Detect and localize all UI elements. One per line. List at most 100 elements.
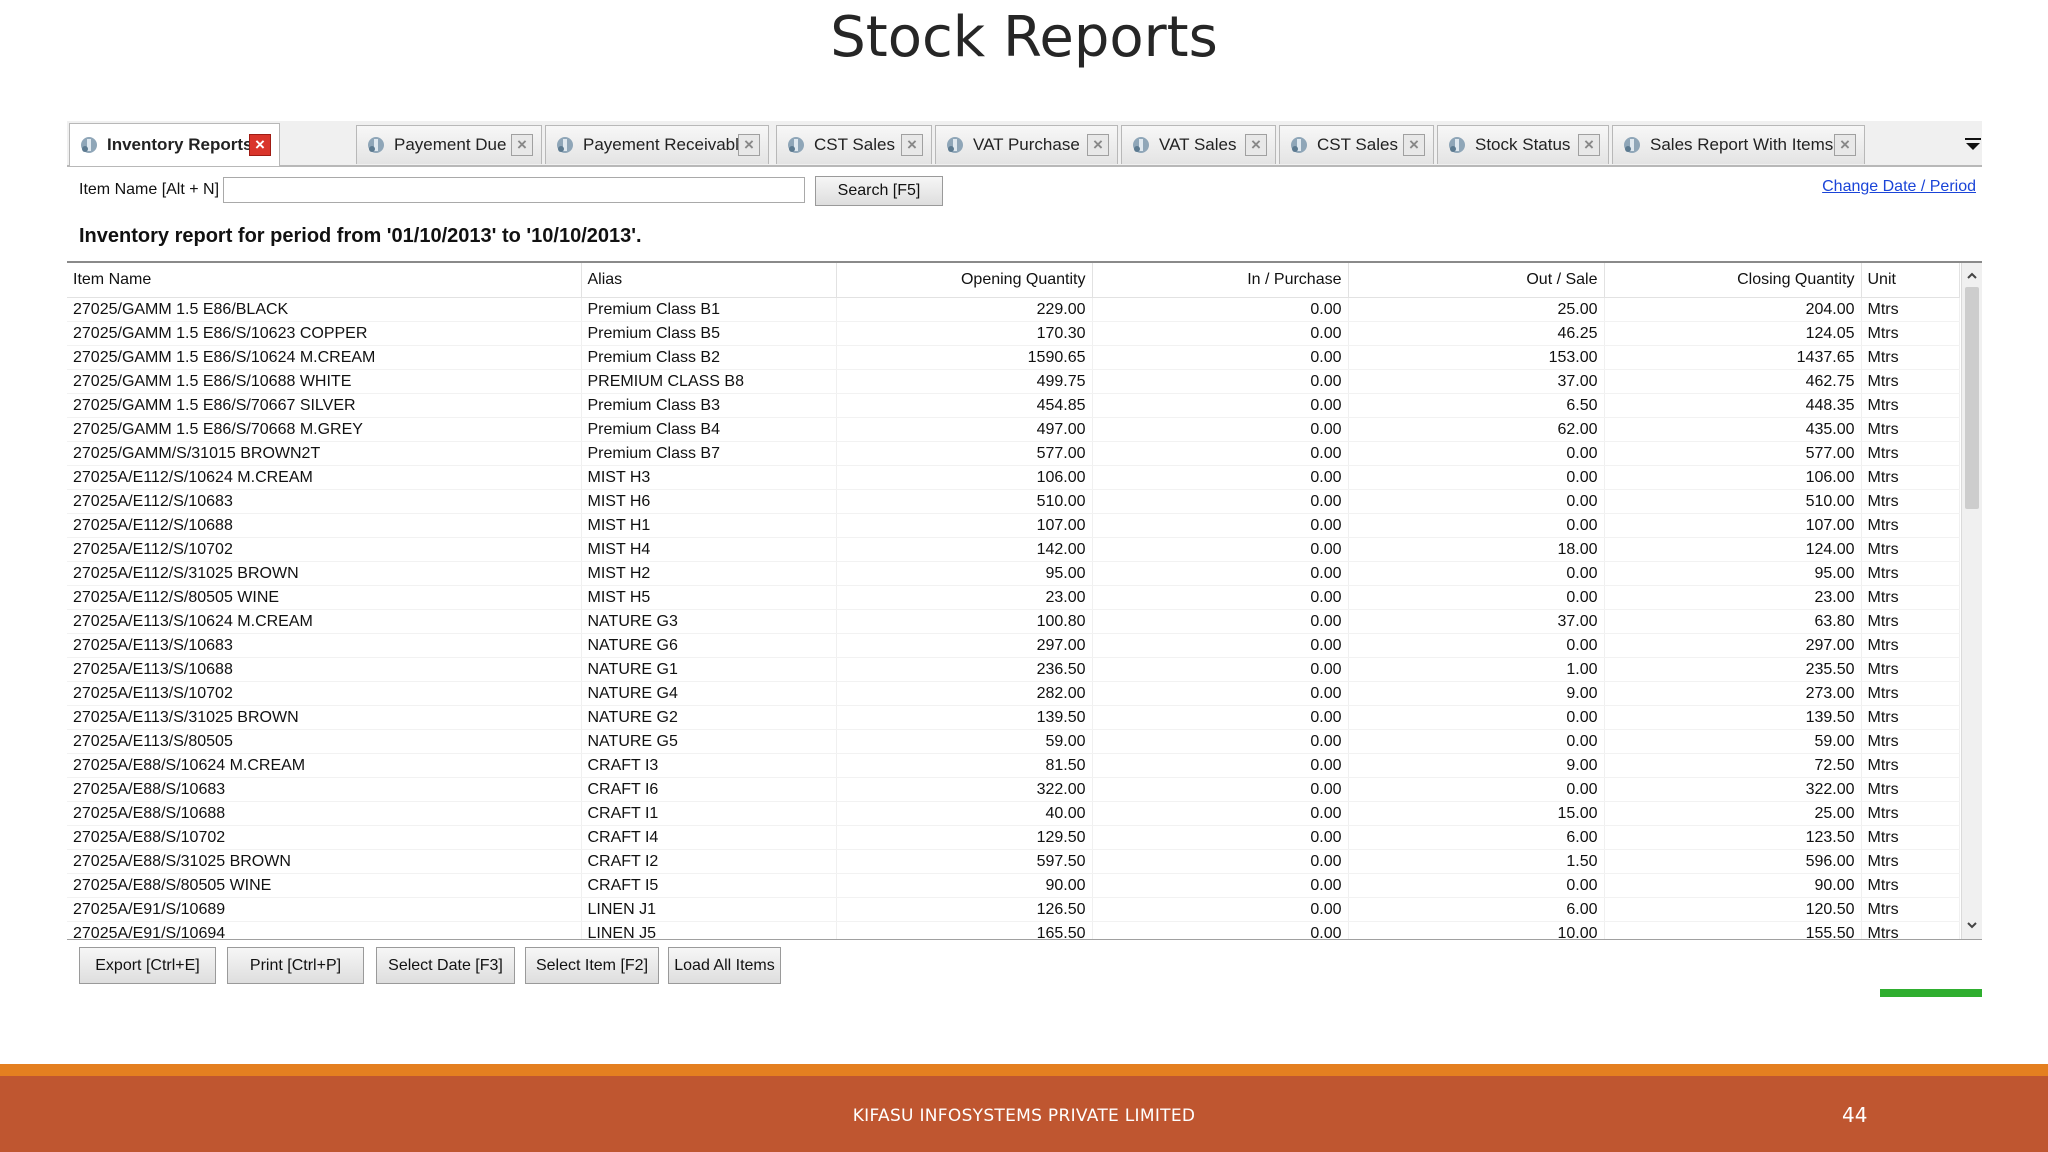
cell-out-sale: 0.00: [1348, 729, 1605, 754]
table-row[interactable]: 27025/GAMM 1.5 E86/S/10688 WHITE PREMIUM …: [67, 369, 1960, 394]
tab-payement-due[interactable]: Payement Due ×: [356, 125, 542, 164]
cell-closing-quantity: 155.50: [1604, 921, 1862, 939]
cell-unit: Mtrs: [1861, 465, 1960, 490]
scroll-down-icon[interactable]: [1965, 918, 1979, 932]
cell-opening-quantity: 454.85: [836, 393, 1093, 418]
close-icon[interactable]: ×: [1578, 134, 1600, 156]
cell-in-purchase: 0.00: [1092, 825, 1349, 850]
tab-sales-report-with-items[interactable]: Sales Report With Items ×: [1612, 125, 1865, 164]
cell-item-name: 27025A/E113/S/80505: [67, 729, 582, 754]
select-item-button[interactable]: Select Item [F2]: [525, 947, 659, 984]
table-row[interactable]: 27025A/E112/S/10688 MIST H1 107.00 0.00 0.00…: [67, 513, 1960, 538]
cell-item-name: 27025A/E113/S/10624 M.CREAM: [67, 609, 582, 634]
close-icon[interactable]: ×: [511, 134, 533, 156]
table-row[interactable]: 27025A/E88/S/10702 CRAFT I4 129.50 0.00 6.00…: [67, 825, 1960, 850]
column-header-in-purchase[interactable]: In / Purchase: [1092, 263, 1349, 298]
cell-opening-quantity: 90.00: [836, 873, 1093, 898]
cell-opening-quantity: 282.00: [836, 681, 1093, 706]
close-icon[interactable]: ×: [1245, 134, 1267, 156]
table-row[interactable]: 27025A/E113/S/80505 NATURE G5 59.00 0.00 0.0…: [67, 729, 1960, 754]
change-date-period-link[interactable]: Change Date / Period: [1822, 178, 1976, 196]
table-row[interactable]: 27025A/E112/S/10683 MIST H6 510.00 0.00 0.00…: [67, 489, 1960, 514]
table-row[interactable]: 27025A/E112/S/31025 BROWN MIST H2 95.00 0.0…: [67, 561, 1960, 586]
cell-alias: PREMIUM CLASS B8: [581, 369, 837, 394]
close-icon[interactable]: ×: [1403, 134, 1425, 156]
column-header-alias[interactable]: Alias: [581, 263, 837, 298]
cell-opening-quantity: 59.00: [836, 729, 1093, 754]
column-header-item-name[interactable]: Item Name: [67, 263, 582, 298]
tab-cst-sales-2[interactable]: CST Sales ×: [1279, 125, 1434, 164]
table-row[interactable]: 27025A/E91/S/10689 LINEN J1 126.50 0.00 6.00…: [67, 897, 1960, 922]
table-row[interactable]: 27025A/E113/S/10702 NATURE G4 282.00 0.00 9.…: [67, 681, 1960, 706]
item-name-input[interactable]: [223, 177, 805, 203]
scrollbar-thumb[interactable]: [1965, 287, 1979, 509]
table-row[interactable]: 27025A/E112/S/80505 WINE MIST H5 23.00 0.00…: [67, 585, 1960, 610]
cell-opening-quantity: 236.50: [836, 657, 1093, 682]
cell-item-name: 27025A/E91/S/10694: [67, 921, 582, 939]
report-icon: [1449, 137, 1465, 153]
tab-vat-sales[interactable]: VAT Sales ×: [1121, 125, 1276, 164]
table-row[interactable]: 27025/GAMM 1.5 E86/S/70667 SILVER Premium…: [67, 393, 1960, 418]
report-period-heading: Inventory report for period from '01/10/…: [79, 225, 642, 247]
column-header-opening-quantity[interactable]: Opening Quantity: [836, 263, 1093, 298]
column-header-out-sale[interactable]: Out / Sale: [1348, 263, 1605, 298]
cell-opening-quantity: 229.00: [836, 297, 1093, 322]
export-button[interactable]: Export [Ctrl+E]: [79, 947, 216, 984]
tab-payement-receivable[interactable]: Payement Receivable ×: [545, 125, 769, 164]
print-button[interactable]: Print [Ctrl+P]: [227, 947, 364, 984]
close-icon[interactable]: ×: [901, 134, 923, 156]
table-row[interactable]: 27025A/E91/S/10694 LINEN J5 165.50 0.00 10.0…: [67, 921, 1960, 939]
inventory-report-window: Inventory Reports Item Wise × Payement D…: [67, 121, 1982, 1035]
cell-unit: Mtrs: [1861, 873, 1960, 898]
load-all-items-button[interactable]: Load All Items: [668, 947, 781, 984]
close-icon[interactable]: ×: [1834, 134, 1856, 156]
cell-out-sale: 6.00: [1348, 825, 1605, 850]
table-row[interactable]: 27025A/E88/S/80505 WINE CRAFT I5 90.00 0.00…: [67, 873, 1960, 898]
cell-alias: CRAFT I1: [581, 801, 837, 826]
cell-alias: MIST H4: [581, 537, 837, 562]
close-icon[interactable]: ×: [1087, 134, 1109, 156]
close-icon[interactable]: ×: [738, 134, 760, 156]
cell-item-name: 27025A/E88/S/31025 BROWN: [67, 849, 582, 874]
cell-item-name: 27025A/E88/S/10688: [67, 801, 582, 826]
table-row[interactable]: 27025A/E112/S/10624 M.CREAM MIST H3 106.00…: [67, 465, 1960, 490]
table-row[interactable]: 27025A/E88/S/10683 CRAFT I6 322.00 0.00 0.00…: [67, 777, 1960, 802]
table-row[interactable]: 27025/GAMM 1.5 E86/BLACK Premium Class B1…: [67, 297, 1960, 322]
search-button[interactable]: Search [F5]: [815, 176, 943, 206]
table-row[interactable]: 27025A/E113/S/10688 NATURE G1 236.50 0.00 1.…: [67, 657, 1960, 682]
table-row[interactable]: 27025/GAMM 1.5 E86/S/10623 COPPER Premium…: [67, 321, 1960, 346]
table-row[interactable]: 27025A/E88/S/31025 BROWN CRAFT I2 597.50 0.…: [67, 849, 1960, 874]
table-row[interactable]: 27025A/E88/S/10688 CRAFT I1 40.00 0.00 15.00…: [67, 801, 1960, 826]
scroll-up-icon[interactable]: [1965, 269, 1979, 283]
table-row[interactable]: 27025A/E113/S/10624 M.CREAM NATURE G3 100.…: [67, 609, 1960, 634]
cell-closing-quantity: 123.50: [1604, 825, 1862, 850]
table-row[interactable]: 27025A/E88/S/10624 M.CREAM CRAFT I3 81.50 0…: [67, 753, 1960, 778]
cell-alias: CRAFT I4: [581, 825, 837, 850]
cell-item-name: 27025A/E113/S/10683: [67, 633, 582, 658]
tab-inventory-reports-item-wise[interactable]: Inventory Reports Item Wise ×: [69, 123, 280, 166]
close-icon[interactable]: ×: [249, 134, 271, 156]
vertical-scrollbar[interactable]: [1961, 263, 1982, 939]
cell-opening-quantity: 597.50: [836, 849, 1093, 874]
cell-out-sale: 37.00: [1348, 609, 1605, 634]
select-date-button[interactable]: Select Date [F3]: [376, 947, 515, 984]
table-row[interactable]: 27025/GAMM 1.5 E86/S/70668 M.GREY Premium…: [67, 417, 1960, 442]
column-header-unit[interactable]: Unit: [1861, 263, 1960, 298]
table-row[interactable]: 27025/GAMM 1.5 E86/S/10624 M.CREAM Premiu…: [67, 345, 1960, 370]
table-row[interactable]: 27025/GAMM/S/31015 BROWN2T Premium Class …: [67, 441, 1960, 466]
cell-out-sale: 0.00: [1348, 873, 1605, 898]
cell-alias: Premium Class B4: [581, 417, 837, 442]
table-row[interactable]: 27025A/E112/S/10702 MIST H4 142.00 0.00 18.0…: [67, 537, 1960, 562]
tab-stock-status[interactable]: Stock Status ×: [1437, 125, 1609, 164]
cell-unit: Mtrs: [1861, 921, 1960, 939]
tab-cst-sales[interactable]: CST Sales ×: [776, 125, 932, 164]
cell-item-name: 27025/GAMM 1.5 E86/S/70667 SILVER: [67, 393, 582, 418]
cell-in-purchase: 0.00: [1092, 873, 1349, 898]
table-row[interactable]: 27025A/E113/S/31025 BROWN NATURE G2 139.50…: [67, 705, 1960, 730]
column-header-closing-quantity[interactable]: Closing Quantity: [1604, 263, 1862, 298]
table-row[interactable]: 27025A/E113/S/10683 NATURE G6 297.00 0.00 0.…: [67, 633, 1960, 658]
tab-list-dropdown-icon[interactable]: [1964, 135, 1982, 153]
cell-out-sale: 0.00: [1348, 513, 1605, 538]
cell-unit: Mtrs: [1861, 537, 1960, 562]
tab-vat-purchase[interactable]: VAT Purchase ×: [935, 125, 1118, 164]
